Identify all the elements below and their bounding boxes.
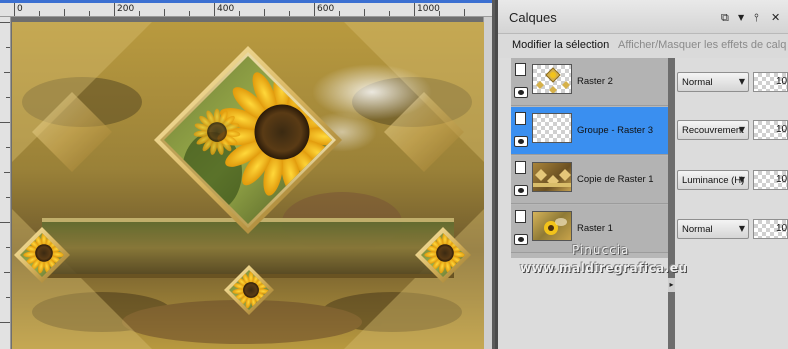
blend-mode-dropdown[interactable]: Recouvrement ▼ (677, 120, 749, 140)
ruler-label: 0 (17, 4, 23, 14)
layer-row-groupe-raster-3[interactable]: Groupe - Raster 3 (511, 107, 668, 155)
opacity-value: 100 (776, 76, 788, 87)
watermark-author: Pinuccia (572, 243, 630, 257)
opacity-value: 100 (776, 174, 788, 185)
dropdown-arrow-icon: ▼ (738, 224, 745, 233)
blend-mode-value: Normal (682, 224, 713, 235)
opacity-field[interactable]: 100 (753, 72, 788, 92)
image-canvas-pane: 0 200 400 600 1000 (0, 0, 492, 349)
panel-toolbar: Modifier la sélection Afficher/Masquer l… (498, 34, 788, 58)
layer-name: Raster 2 (577, 76, 613, 87)
layer-name: Raster 1 (577, 223, 613, 234)
layer-thumbnail (532, 162, 572, 192)
visibility-eye-icon[interactable] (514, 234, 528, 245)
layer-list-scrollbar[interactable]: ▸ (668, 58, 675, 349)
panel-title: Calques (509, 10, 557, 25)
layer-icons (512, 62, 530, 102)
opacity-value: 100 (776, 223, 788, 234)
horizontal-ruler: 0 200 400 600 1000 (0, 3, 492, 17)
layers-panel: Calques ⧉ ▼ ⫯ ✕ Modifier la sélection Af… (495, 0, 788, 349)
layer-row-copie-de-raster-1[interactable]: Copie de Raster 1 (511, 156, 668, 204)
blend-mode-value: Luminance (H) (682, 175, 745, 186)
artwork-image[interactable] (12, 22, 484, 349)
expand-arrow-icon[interactable]: ▸ (668, 278, 675, 292)
layer-mask-icon[interactable] (512, 112, 526, 128)
ruler-label: 600 (317, 4, 335, 14)
visibility-eye-icon[interactable] (514, 87, 528, 98)
dropdown-arrow-icon[interactable]: ▼ (738, 13, 744, 22)
vertical-ruler (0, 17, 11, 349)
layer-icons (512, 209, 530, 249)
dropdown-arrow-icon: ▼ (738, 77, 745, 86)
visibility-eye-icon[interactable] (514, 185, 528, 196)
opacity-field[interactable]: 100 (753, 170, 788, 190)
opacity-field[interactable]: 100 (753, 219, 788, 239)
layer-mask-icon[interactable] (512, 161, 526, 177)
layer-mask-icon[interactable] (512, 63, 526, 79)
layer-icons (512, 111, 530, 151)
float-window-icon[interactable]: ⧉ (721, 11, 729, 25)
layer-mask-icon[interactable] (512, 210, 526, 226)
layer-thumbnail (532, 64, 572, 94)
toggle-layer-effects-button[interactable]: Afficher/Masquer les effets de calq (618, 39, 786, 51)
visibility-eye-icon[interactable] (514, 136, 528, 147)
app-window: 0 200 400 600 1000 Calques ⧉ ▼ ⫯ ✕ Modif… (0, 0, 788, 349)
modify-selection-button[interactable]: Modifier la sélection (512, 39, 609, 51)
blend-mode-dropdown[interactable]: Normal ▼ (677, 219, 749, 239)
panel-title-bar: Calques ⧉ ▼ ⫯ ✕ (498, 0, 788, 34)
canvas-vertical-scrollbar[interactable] (483, 17, 492, 349)
layer-list: Raster 2 Groupe - Raster 3 Copie de Rast… (511, 58, 668, 258)
layer-thumbnail (532, 113, 572, 143)
layer-name: Copie de Raster 1 (577, 174, 654, 185)
blend-mode-value: Normal (682, 77, 713, 88)
layer-icons (512, 160, 530, 200)
layer-name: Groupe - Raster 3 (577, 125, 654, 136)
ruler-label: 1000 (417, 4, 440, 14)
watermark-url: www.maldiregrafica.eu (520, 261, 688, 275)
pin-icon[interactable]: ⫯ (754, 11, 759, 25)
layer-row-raster-2[interactable]: Raster 2 (511, 58, 668, 106)
artwork-graphic (12, 22, 484, 349)
layer-thumbnail (532, 211, 572, 241)
dropdown-arrow-icon: ▼ (738, 125, 745, 134)
opacity-field[interactable]: 100 (753, 120, 788, 140)
blend-mode-value: Recouvrement (682, 125, 744, 136)
blend-mode-dropdown[interactable]: Normal ▼ (677, 72, 749, 92)
opacity-value: 100 (776, 124, 788, 135)
ruler-label: 200 (117, 4, 135, 14)
blend-mode-dropdown[interactable]: Luminance (H) ▼ (677, 170, 749, 190)
dropdown-arrow-icon: ▼ (738, 175, 745, 184)
close-icon[interactable]: ✕ (771, 11, 780, 24)
ruler-label: 400 (217, 4, 235, 14)
